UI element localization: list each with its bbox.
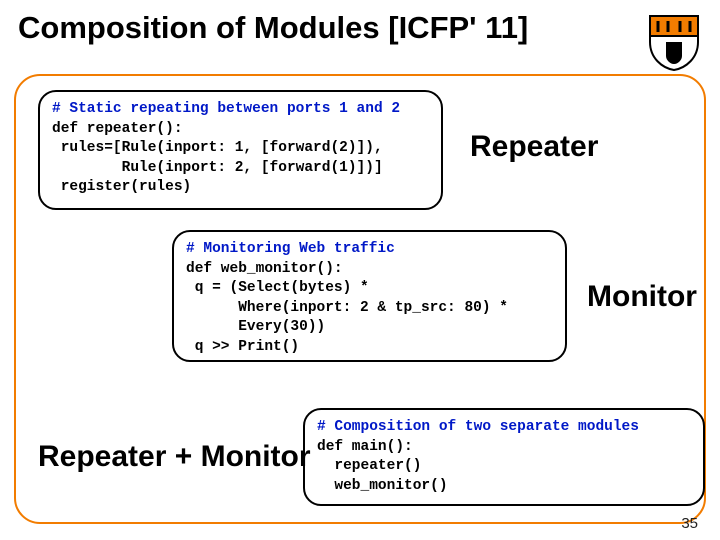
code-line: def web_monitor(): bbox=[186, 261, 343, 277]
label-repeater: Repeater bbox=[470, 130, 598, 164]
code-line: rules=[Rule(inport: 1, [forward(2)]), bbox=[52, 140, 383, 156]
label-monitor: Monitor bbox=[587, 280, 697, 314]
code-line: web_monitor() bbox=[317, 478, 448, 494]
slide: Composition of Modules [ICFP' 11] # Stat… bbox=[0, 0, 720, 540]
code-line: q = (Select(bytes) * bbox=[186, 280, 369, 296]
code-line: # Static repeating between ports 1 and 2 bbox=[52, 101, 400, 117]
princeton-shield-icon bbox=[646, 12, 702, 72]
page-number: 35 bbox=[681, 515, 698, 532]
code-line: register(rules) bbox=[52, 179, 191, 195]
code-line: def main(): bbox=[317, 439, 413, 455]
code-line: # Composition of two separate modules bbox=[317, 419, 639, 435]
code-line: # Monitoring Web traffic bbox=[186, 241, 395, 257]
label-repeater-plus-monitor: Repeater + Monitor bbox=[38, 440, 311, 474]
code-line: Rule(inport: 2, [forward(1)])] bbox=[52, 160, 383, 176]
code-box-monitor: # Monitoring Web traffic def web_monitor… bbox=[172, 230, 567, 362]
code-line: Every(30)) bbox=[186, 319, 325, 335]
code-line: Where(inport: 2 & tp_src: 80) * bbox=[186, 300, 508, 316]
code-line: def repeater(): bbox=[52, 121, 183, 137]
code-line: repeater() bbox=[317, 458, 421, 474]
page-title: Composition of Modules [ICFP' 11] bbox=[18, 10, 528, 46]
code-box-composition: # Composition of two separate modules de… bbox=[303, 408, 705, 506]
code-box-repeater: # Static repeating between ports 1 and 2… bbox=[38, 90, 443, 210]
code-line: q >> Print() bbox=[186, 339, 299, 355]
